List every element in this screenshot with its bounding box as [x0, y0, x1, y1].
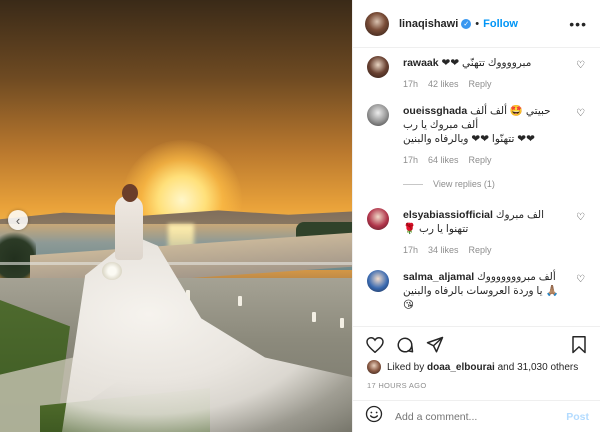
heart-icon[interactable]: ♡ — [576, 60, 585, 71]
comment-username[interactable]: rawaak — [403, 57, 439, 69]
avatar[interactable] — [367, 56, 389, 78]
comment-body: salma_aljamal ألف مبروووووووك 🙏🏽 يا وردة… — [403, 270, 571, 312]
bookmark-icon[interactable] — [569, 335, 589, 355]
avatar[interactable] — [367, 270, 389, 292]
comment-text: ألف مبروك يا رب — [403, 119, 479, 131]
comment-time[interactable]: 17h — [403, 77, 418, 91]
garden-lamp — [238, 296, 242, 306]
liked-by-user[interactable]: doaa_elbourai — [427, 362, 495, 373]
liked-by-suffix[interactable]: and 31,030 others — [498, 362, 579, 373]
post-time[interactable]: 17 HOURS AGO — [367, 381, 426, 390]
comment-time[interactable]: 17h — [403, 153, 418, 167]
comment-body: oueissghada حبيتي 🤩 ألف ألف ألف مبروك يا… — [403, 104, 571, 167]
comment-username[interactable]: elsyabiassiofficial — [403, 209, 493, 221]
heart-icon[interactable]: ♡ — [576, 212, 585, 223]
post-author-username[interactable]: linaqishawi — [399, 18, 458, 30]
comment-meta: 17h 34 likes Reply — [403, 243, 571, 257]
avatar[interactable] — [365, 11, 389, 36]
post-button[interactable]: Post — [566, 411, 589, 423]
comment-icon[interactable] — [395, 335, 415, 355]
comment-likes[interactable]: 64 likes — [428, 153, 459, 167]
avatar[interactable] — [367, 104, 389, 126]
more-icon[interactable]: ••• — [569, 16, 587, 32]
comment-body: elsyabiassiofficial الف مبروك تتهنوا يا … — [403, 208, 571, 257]
comment-likes[interactable]: 34 likes — [428, 243, 459, 257]
comment-username[interactable]: salma_aljamal — [403, 271, 474, 283]
avatar[interactable] — [367, 208, 389, 230]
view-replies-label[interactable]: View replies (1) — [433, 179, 495, 189]
railing — [0, 262, 352, 265]
emoji-icon[interactable] — [365, 405, 383, 428]
comment-likes[interactable]: 42 likes — [428, 77, 459, 91]
view-replies-button[interactable]: View replies (1) — [403, 179, 495, 189]
verified-badge-icon: ✓ — [461, 18, 472, 29]
heart-icon[interactable]: ♡ — [576, 274, 585, 285]
comment-meta: 17h 64 likes Reply — [403, 153, 571, 167]
post-side-panel: linaqishawi ✓ • Follow ••• rawaak مبرووو… — [352, 0, 600, 432]
comment-text: حبيتي 🤩 ألف ألف — [470, 105, 551, 117]
share-icon[interactable] — [425, 335, 445, 355]
avatar[interactable] — [367, 360, 381, 374]
comment-meta: 17h 42 likes Reply — [403, 77, 571, 91]
garden-lamp — [340, 318, 344, 328]
comment-body: rawaak مبرووووك تتهنّي ❤❤ 17h 42 likes R… — [403, 56, 571, 91]
liked-by-prefix: Liked by — [387, 361, 425, 373]
divider — [403, 183, 423, 185]
post-header: linaqishawi ✓ • Follow ••• — [353, 0, 600, 48]
likes-summary: Liked by doaa_elbourai and 31,030 others — [367, 360, 578, 374]
reply-button[interactable]: Reply — [469, 77, 492, 91]
comment-text: مبرووووك تتهنّي ❤❤ — [441, 57, 532, 69]
comments-list[interactable]: rawaak مبرووووك تتهنّي ❤❤ 17h 42 likes R… — [353, 48, 600, 326]
reply-button[interactable]: Reply — [469, 243, 492, 257]
bride — [115, 196, 143, 260]
comment-text: تتهنوا يا رب 🌹 — [403, 223, 469, 235]
comment-text: الف مبروك — [495, 209, 545, 221]
comment-text: 🙏🏽 يا وردة العروسات بالرفاه والبنين — [403, 285, 559, 297]
chevron-left-icon[interactable]: ‹ — [8, 210, 28, 230]
comment-username[interactable]: oueissghada — [403, 105, 467, 117]
reply-button[interactable]: Reply — [469, 153, 492, 167]
comment-text: ألف مبروووووووك — [477, 271, 556, 283]
comment-input[interactable] — [395, 410, 555, 423]
garden-lamp — [312, 312, 316, 322]
add-comment-bar: Post — [353, 400, 600, 432]
comment-text: ❤❤ تتهنّوا ❤❤ وبالرفاه والبنين — [403, 133, 535, 145]
follow-button[interactable]: Follow — [483, 18, 518, 30]
heart-icon[interactable]: ♡ — [576, 108, 585, 119]
post-photo[interactable]: ‹ — [0, 0, 352, 432]
comment-time[interactable]: 17h — [403, 243, 418, 257]
bouquet — [102, 262, 122, 280]
separator-dot: • — [475, 17, 480, 30]
bride-head — [122, 184, 138, 202]
heart-icon[interactable] — [365, 335, 385, 355]
comment-text: 😘 — [403, 299, 414, 311]
